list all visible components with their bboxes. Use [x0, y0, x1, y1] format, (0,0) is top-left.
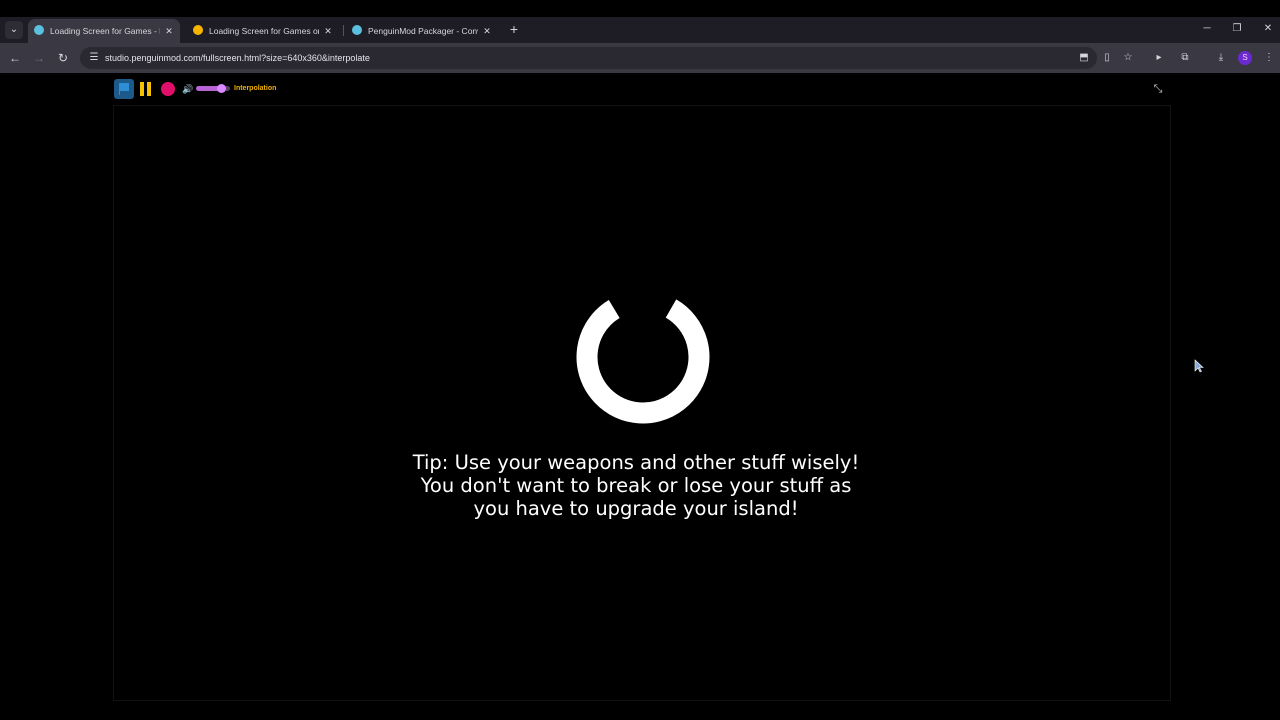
- stop-button[interactable]: [161, 82, 175, 96]
- extensions-icon[interactable]: ⧉: [1176, 49, 1194, 67]
- tab-3[interactable]: PenguinMod Packager - Conve ✕: [346, 19, 498, 43]
- interpolation-label: Interpolation: [234, 85, 277, 92]
- tab-separator: [343, 25, 344, 36]
- penguinmod-icon: [34, 25, 44, 35]
- close-tab-icon[interactable]: ✕: [163, 19, 175, 43]
- tab-1[interactable]: Loading Screen for Games - Pe ✕: [28, 19, 180, 43]
- mouse-cursor-icon: [1194, 359, 1204, 373]
- close-window-button[interactable]: ✕: [1260, 20, 1276, 38]
- scratch-icon: [193, 25, 203, 35]
- close-tab-icon[interactable]: ✕: [481, 19, 493, 43]
- tab-2[interactable]: Loading Screen for Games on S ✕: [187, 19, 339, 43]
- browser-toolbar: ← → ↻ ☰ studio.penguinmod.com/fullscreen…: [0, 43, 1280, 73]
- site-info-icon[interactable]: ☰: [86, 50, 102, 66]
- tab-strip: ⌄ Loading Screen for Games - Pe ✕ Loadin…: [0, 17, 1280, 43]
- media-control-icon[interactable]: ▸: [1150, 49, 1168, 67]
- game-stage[interactable]: Tip: Use your weapons and other stuff wi…: [113, 105, 1204, 701]
- new-tab-button[interactable]: +: [506, 20, 522, 38]
- flag-icon: [119, 83, 129, 91]
- player-controls: 🔊 Interpolation ⤡: [114, 79, 1170, 107]
- volume-slider-handle[interactable]: [217, 84, 226, 93]
- install-app-icon[interactable]: ⬒: [1076, 50, 1092, 66]
- profile-avatar[interactable]: S: [1238, 51, 1252, 65]
- arrow-left-icon: ←: [9, 51, 21, 65]
- green-flag-button[interactable]: [114, 79, 134, 99]
- address-bar[interactable]: ☰ studio.penguinmod.com/fullscreen.html?…: [80, 47, 1132, 69]
- back-button[interactable]: ←: [6, 49, 24, 67]
- volume-icon[interactable]: 🔊: [181, 81, 195, 97]
- tab-title: PenguinMod Packager - Conve: [368, 26, 478, 36]
- tip-line: Tip: Use your weapons and other stuff wi…: [412, 451, 860, 474]
- url-text[interactable]: studio.penguinmod.com/fullscreen.html?si…: [105, 47, 370, 69]
- letterbox-top: [0, 0, 1280, 17]
- forward-button[interactable]: →: [30, 49, 48, 67]
- page-icon[interactable]: ▯: [1099, 50, 1115, 66]
- bookmark-star-icon[interactable]: ☆: [1120, 50, 1136, 66]
- close-tab-icon[interactable]: ✕: [322, 19, 334, 43]
- arrow-right-icon: →: [33, 51, 45, 65]
- pause-button[interactable]: [140, 82, 152, 96]
- tab-title: Loading Screen for Games on S: [209, 26, 319, 36]
- download-icon[interactable]: ⤓: [1212, 49, 1230, 67]
- exit-fullscreen-icon[interactable]: ⤡: [1150, 81, 1166, 97]
- letterbox-bottom: [0, 703, 1280, 720]
- browser-window: ⌄ Loading Screen for Games - Pe ✕ Loadin…: [0, 0, 1280, 720]
- pause-bar-right: [147, 82, 151, 96]
- menu-kebab-icon[interactable]: ⋮: [1260, 49, 1278, 67]
- reload-button[interactable]: ↻: [54, 49, 72, 67]
- tab-title: Loading Screen for Games - Pe: [50, 26, 160, 36]
- tip-line: you have to upgrade your island!: [473, 497, 799, 520]
- reload-icon: ↻: [57, 51, 69, 65]
- pause-bar-left: [140, 82, 144, 96]
- tip-line: You don't want to break or lose your stu…: [420, 474, 852, 497]
- minimize-button[interactable]: ─: [1199, 20, 1215, 38]
- penguinmod-icon: [352, 25, 362, 35]
- restore-button[interactable]: ❐: [1229, 20, 1245, 38]
- loading-spinner: [576, 290, 710, 424]
- loading-tip: Tip: Use your weapons and other stuff wi…: [394, 451, 878, 520]
- tab-search-button[interactable]: ⌄: [5, 21, 23, 39]
- page-viewport: 🔊 Interpolation ⤡ Tip: Use your weapons …: [0, 73, 1280, 703]
